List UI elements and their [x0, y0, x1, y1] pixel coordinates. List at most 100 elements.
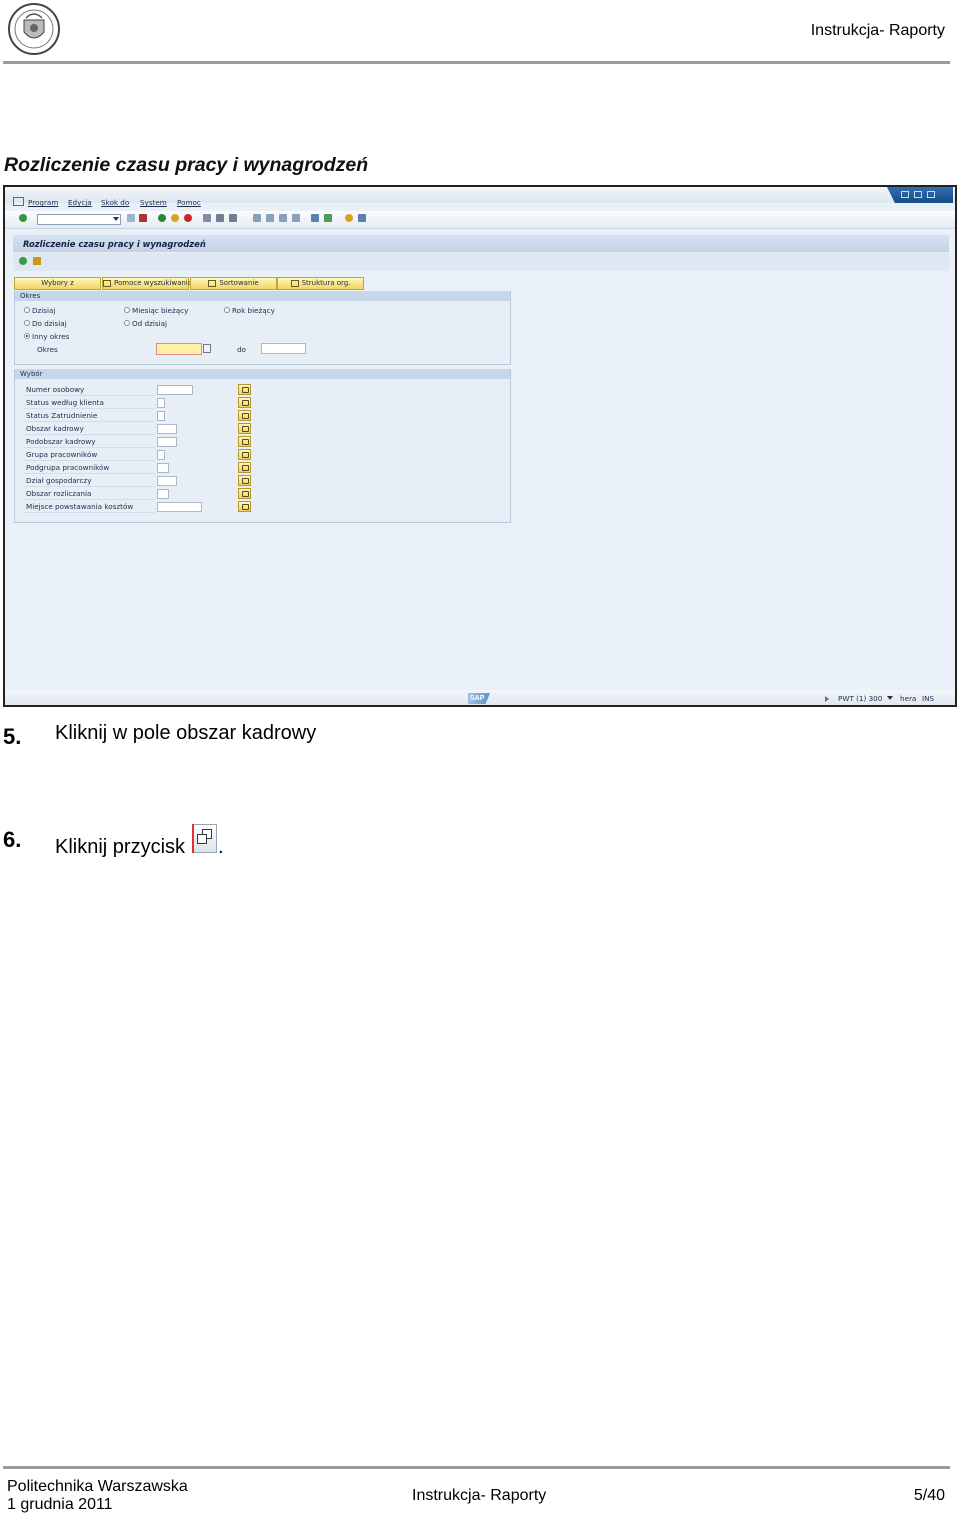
footer-divider: [3, 1466, 950, 1469]
print-icon[interactable]: [203, 214, 211, 222]
radio-od-dzisiaj-label: Od dzisiaj: [132, 319, 167, 328]
status-zatrudnienie-input[interactable]: [157, 411, 165, 421]
multiple-selection-button[interactable]: [238, 449, 251, 460]
system-menu-icon[interactable]: [13, 197, 24, 206]
menu-pomoc[interactable]: Pomoc: [177, 198, 201, 207]
radio-inny-okres[interactable]: [24, 333, 30, 339]
multiple-selection-button[interactable]: [238, 410, 251, 421]
okres-to-input[interactable]: [261, 343, 306, 354]
university-emblem-logo: [8, 3, 60, 55]
wybor-row-label: Status według klienta: [26, 398, 104, 407]
wybor-row-label: Miejsce powstawania kosztów: [26, 502, 134, 511]
podgrupa-pracownikow-input[interactable]: [157, 463, 169, 473]
shortcut-icon[interactable]: [324, 214, 332, 222]
wybor-row-label: Grupa pracowników: [26, 450, 98, 459]
wybor-row-label: Podgrupa pracowników: [26, 463, 110, 472]
okres-group-title: Okres: [15, 291, 510, 301]
okres-value-help-icon[interactable]: [203, 344, 211, 353]
okres-field-label: Okres: [37, 345, 58, 354]
sortowanie-label: Sortowanie: [219, 279, 259, 287]
next-page-icon[interactable]: [279, 214, 287, 222]
obszar-kadrowy-input[interactable]: [157, 424, 177, 434]
podobszar-kadrowy-input[interactable]: [157, 437, 177, 447]
step-6-number: 6.: [3, 827, 22, 852]
numer-osobowy-input[interactable]: [157, 385, 193, 395]
execute-icon[interactable]: [19, 257, 27, 265]
help-icon[interactable]: [345, 214, 353, 222]
multiple-selection-button[interactable]: [238, 462, 251, 473]
minimize-icon[interactable]: [901, 191, 909, 198]
chevron-down-icon[interactable]: [113, 217, 119, 221]
footer-institution: Politechnika Warszawska: [7, 1478, 188, 1495]
multiple-selection-button[interactable]: [238, 397, 251, 408]
okres-from-input[interactable]: [156, 343, 202, 355]
org-structure-icon: [290, 279, 299, 287]
variant-icon[interactable]: [33, 257, 41, 265]
status-wedlug-klienta-input[interactable]: [157, 398, 165, 408]
maximize-icon[interactable]: [914, 191, 922, 198]
menu-program[interactable]: Program: [28, 198, 58, 207]
wybory-z-button[interactable]: Wybory z: [14, 277, 101, 290]
multiple-selection-button[interactable]: [238, 501, 251, 512]
menu-skok-do[interactable]: Skok do: [101, 198, 129, 207]
multiple-selection-button[interactable]: [238, 436, 251, 447]
status-server: hera: [900, 694, 917, 703]
enter-icon[interactable]: [19, 214, 27, 222]
okres-to-label: do: [237, 345, 246, 354]
radio-do-dzisiaj-label: Do dzisiaj: [32, 319, 67, 328]
pomoce-wyszukiwania-button[interactable]: Pomoce wyszukiwania: [102, 277, 192, 290]
radio-dzisiaj[interactable]: [24, 307, 30, 313]
multiple-selection-icon: [192, 824, 217, 853]
menu-system[interactable]: System: [140, 198, 167, 207]
radio-miesiac-biezacy[interactable]: [124, 307, 130, 313]
status-dropdown-icon[interactable]: [887, 696, 893, 700]
previous-page-icon[interactable]: [266, 214, 274, 222]
multiple-selection-button[interactable]: [238, 423, 251, 434]
cancel-icon[interactable]: [184, 214, 192, 222]
sort-icon: [208, 279, 217, 287]
multiple-selection-button[interactable]: [238, 475, 251, 486]
grupa-pracownikow-input[interactable]: [157, 450, 165, 460]
obszar-rozliczania-input[interactable]: [157, 489, 169, 499]
multiple-selection-button[interactable]: [238, 384, 251, 395]
wybor-row-label: Status Zatrudnienie: [26, 411, 98, 420]
struktura-org-button[interactable]: Struktura org.: [277, 277, 364, 290]
close-icon[interactable]: [927, 191, 935, 198]
menu-edycja[interactable]: Edycja: [68, 198, 92, 207]
radio-rok-biezacy[interactable]: [224, 307, 230, 313]
last-page-icon[interactable]: [292, 214, 300, 222]
wybor-row-label: Obszar kadrowy: [26, 424, 84, 433]
first-page-icon[interactable]: [253, 214, 261, 222]
footer-page-number: 5/40: [913, 1487, 945, 1504]
back-arrow-icon[interactable]: [127, 214, 135, 222]
wybor-group-title: Wybór: [15, 369, 510, 379]
back-icon[interactable]: [158, 214, 166, 222]
step-5-number: 5.: [3, 724, 22, 749]
status-system: PWT (1) 300: [838, 694, 883, 703]
command-field[interactable]: [37, 214, 121, 225]
radio-dzisiaj-label: Dzisiaj: [32, 306, 56, 315]
wybory-z-label: Wybory z: [41, 279, 74, 287]
miejsce-powstawania-kosztow-input[interactable]: [157, 502, 202, 512]
find-icon[interactable]: [216, 214, 224, 222]
exit-icon[interactable]: [171, 214, 179, 222]
header-title: Instrukcja- Raporty: [810, 22, 945, 39]
new-session-icon[interactable]: [311, 214, 319, 222]
layout-menu-icon[interactable]: [358, 214, 366, 222]
dzial-gospodarczy-input[interactable]: [157, 476, 177, 486]
find-next-icon[interactable]: [229, 214, 237, 222]
radio-od-dzisiaj[interactable]: [124, 320, 130, 326]
sortowanie-button[interactable]: Sortowanie: [190, 277, 277, 290]
status-expand-icon[interactable]: [825, 696, 829, 702]
struktura-org-label: Struktura org.: [301, 279, 351, 287]
save-icon[interactable]: [139, 214, 147, 222]
step-6-suffix: .: [218, 836, 224, 858]
screen-title: Rozliczenie czasu pracy i wynagrodzeń: [23, 239, 206, 249]
radio-rok-biezacy-label: Rok bieżący: [232, 306, 275, 315]
footer-title: Instrukcja- Raporty: [412, 1487, 547, 1504]
window-controls: [887, 187, 953, 203]
multiple-selection-button[interactable]: [238, 488, 251, 499]
radio-inny-okres-label: Inny okres: [32, 332, 70, 341]
radio-do-dzisiaj[interactable]: [24, 320, 30, 326]
footer-date: 1 grudnia 2011: [7, 1496, 113, 1513]
